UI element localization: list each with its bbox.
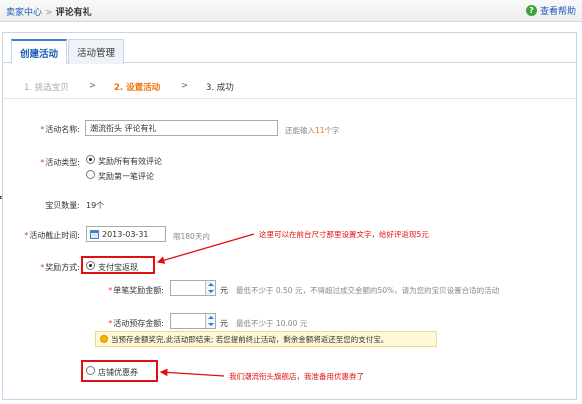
activity-name-input[interactable] bbox=[85, 120, 278, 136]
reward-radio-alipay[interactable] bbox=[86, 261, 95, 270]
deposit-amount-stepper[interactable] bbox=[170, 313, 216, 329]
deposit-amount-label: *活动预存金额: bbox=[108, 319, 164, 328]
breadcrumb: 卖家中心 > 评论有礼 bbox=[6, 5, 92, 18]
stepper-arrows-icon[interactable] bbox=[205, 281, 215, 295]
breadcrumb-current: 评论有礼 bbox=[55, 8, 92, 18]
step-arrow: > bbox=[89, 81, 97, 91]
item-count-value: 19个 bbox=[86, 201, 105, 210]
reward-option-coupon: 店铺优惠券 bbox=[98, 368, 138, 377]
item-count-label: 宝贝数量: bbox=[45, 201, 80, 210]
deadline-hint: 限180天内 bbox=[173, 232, 210, 241]
reward-radio-coupon[interactable] bbox=[86, 366, 95, 375]
reward-option-alipay: 支付宝返现 bbox=[98, 263, 138, 272]
activity-type-label: *活动类型: bbox=[40, 158, 80, 167]
tab-bar: 创建活动 活动管理 bbox=[3, 33, 576, 64]
single-reward-hint: 最低不少于 0.50 元，不得超过成交金额的50%，请为您的宝贝设置合适的活动 bbox=[236, 286, 500, 295]
activity-type-radio-all[interactable] bbox=[86, 155, 95, 164]
help-link[interactable]: ? 查看帮助 bbox=[525, 4, 576, 17]
activity-name-label: *活动名称: bbox=[40, 125, 80, 134]
step-select-items: 1. 挑选宝贝 bbox=[24, 83, 69, 93]
tab-create-activity[interactable]: 创建活动 bbox=[11, 39, 68, 64]
reward-method-label: *奖励方式: bbox=[40, 263, 80, 272]
breadcrumb-seller-center-link[interactable]: 卖家中心 bbox=[6, 8, 42, 18]
stepper-arrows-icon[interactable] bbox=[205, 314, 215, 328]
help-label: 查看帮助 bbox=[539, 7, 576, 17]
activity-type-option-all: 奖励所有有效评论 bbox=[98, 157, 162, 166]
single-reward-label: *单笔奖励金额: bbox=[108, 286, 164, 295]
deadline-date-input[interactable]: 2013-03-31 bbox=[86, 226, 166, 242]
single-reward-unit: 元 bbox=[220, 286, 228, 295]
step-success: 3. 成功 bbox=[206, 83, 234, 93]
deposit-notice: 当预存金额奖完,此活动即结束; 若您提前终止活动，剩余金额将返还至您的支付宝。 bbox=[95, 331, 437, 347]
step-arrow: > bbox=[181, 81, 189, 91]
deadline-label: *活动截止时间: bbox=[24, 231, 80, 240]
annotation-note-alipay: 这里可以在前台尺寸那里设置文字，给好评返现5元 bbox=[259, 230, 429, 239]
activity-type-radio-first[interactable] bbox=[86, 170, 95, 179]
breadcrumb-separator: > bbox=[45, 8, 53, 18]
step-indicator: 1. 挑选宝贝 > 2. 设置活动 > 3. 成功 bbox=[3, 71, 576, 99]
deposit-amount-unit: 元 bbox=[220, 319, 228, 328]
deposit-amount-hint: 最低不少于 10.00 元 bbox=[236, 319, 308, 328]
annotation-note-coupon: 我们潮流衔头旗舰店，我准备用优惠券了 bbox=[229, 372, 364, 381]
activity-type-option-first: 奖励第一笔评论 bbox=[98, 172, 154, 181]
activity-name-hint: 还能输入11个字 bbox=[285, 126, 340, 135]
question-icon: ? bbox=[525, 5, 537, 16]
step-configure-activity: 2. 设置活动 bbox=[114, 83, 161, 93]
deadline-date-value: 2013-03-31 bbox=[102, 229, 149, 239]
calendar-icon[interactable] bbox=[90, 229, 99, 239]
deposit-notice-text: 当预存金额奖完,此活动即结束; 若您提前终止活动，剩余金额将返还至您的支付宝。 bbox=[111, 334, 389, 344]
top-bar: 卖家中心 > 评论有礼 ? 查看帮助 bbox=[0, 0, 582, 22]
tab-manage-activity[interactable]: 活动管理 bbox=[68, 39, 125, 64]
lightbulb-icon bbox=[100, 335, 108, 343]
single-reward-stepper[interactable] bbox=[170, 280, 216, 296]
